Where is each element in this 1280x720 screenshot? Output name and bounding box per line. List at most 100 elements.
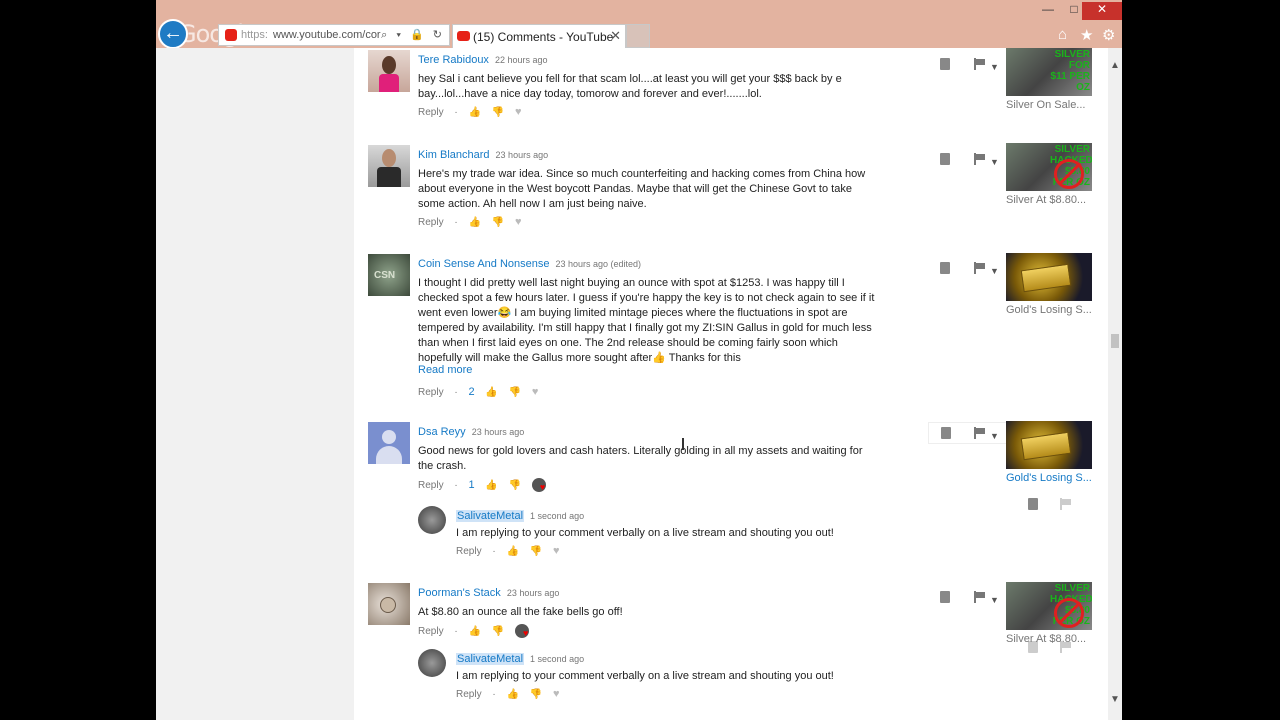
avatar[interactable] [368, 422, 410, 464]
flag-icon[interactable] [1060, 498, 1072, 513]
reply-button[interactable]: Reply [456, 689, 482, 700]
heart-icon[interactable]: ♥ [515, 106, 522, 118]
video-thumbnail[interactable]: Gold's Losing S... [1006, 253, 1092, 316]
reply-author[interactable]: SalivateMetal [456, 653, 525, 665]
no-sign-icon [1054, 598, 1084, 628]
comment-author[interactable]: Tere Rabidoux [418, 54, 489, 66]
flag-icon[interactable]: ▼ [974, 262, 999, 277]
video-thumbnail[interactable]: Gold's Losing S... [1006, 421, 1092, 484]
close-button[interactable]: ✕ [1082, 2, 1122, 20]
comment-author[interactable]: Kim Blanchard [418, 149, 490, 161]
thumbs-up-icon[interactable]: 👍 [468, 626, 480, 637]
delete-icon[interactable] [940, 262, 950, 277]
comment-time[interactable]: 23 hours ago [496, 150, 549, 160]
tab-comments[interactable]: (15) Comments - YouTube ✕ [452, 24, 626, 48]
menu-caret-icon[interactable]: ▼ [990, 595, 999, 605]
heart-icon[interactable]: ♥ [532, 386, 539, 398]
heart-icon[interactable]: ♥ [553, 688, 560, 700]
scroll-up-icon[interactable]: ▲ [1108, 60, 1122, 74]
thumbs-down-icon[interactable]: 👎 [492, 107, 504, 118]
heart-icon[interactable]: ♥ [553, 545, 560, 557]
avatar[interactable] [418, 506, 446, 534]
flag-icon[interactable]: ▼ [974, 427, 999, 442]
delete-icon[interactable] [940, 153, 950, 168]
heart-icon[interactable]: ♥ [515, 216, 522, 228]
thumbnail-image [1006, 421, 1092, 469]
comment-time[interactable]: 23 hours ago [472, 427, 525, 437]
comment-time[interactable]: 23 hours ago (edited) [555, 259, 641, 269]
comment-author[interactable]: Dsa Reyy [418, 426, 466, 438]
thumbs-up-icon[interactable]: 👍 [506, 546, 518, 557]
thumbs-up-icon[interactable]: 👍 [506, 689, 518, 700]
thumbs-up-icon[interactable]: 👍 [468, 107, 480, 118]
delete-icon[interactable] [1028, 498, 1038, 513]
home-icon[interactable]: ⌂ [1058, 26, 1067, 43]
video-thumbnail[interactable]: SILVER HACKED $8.80 PER OZ Silver At $8.… [1006, 143, 1092, 206]
vertical-scrollbar[interactable]: ▲ ▼ [1108, 48, 1122, 720]
address-bar[interactable]: https: www.youtube.com/cor ⌕ ▾ 🔒 ↻ [218, 24, 450, 46]
thumbs-up-icon[interactable]: 👍 [468, 217, 480, 228]
address-bar-icons[interactable]: ⌕ ▾ 🔒 ↻ [381, 28, 445, 42]
scrollbar-thumb[interactable] [1111, 334, 1119, 348]
thumbs-down-icon[interactable]: 👎 [509, 387, 521, 398]
settings-gear-icon[interactable]: ⚙ [1102, 26, 1115, 44]
reply-author[interactable]: SalivateMetal [456, 510, 525, 522]
reply-button[interactable]: Reply [418, 387, 444, 398]
flag-icon[interactable]: ▼ [974, 58, 999, 73]
avatar[interactable] [368, 583, 410, 625]
reply-time[interactable]: 1 second ago [530, 654, 584, 664]
scroll-down-icon[interactable]: ▼ [1108, 694, 1122, 708]
thumbs-up-icon[interactable]: 👍 [485, 387, 497, 398]
avatar[interactable]: CSN [368, 254, 410, 296]
menu-caret-icon[interactable]: ▼ [990, 431, 999, 441]
creator-heart-icon[interactable] [514, 624, 529, 638]
flag-icon[interactable]: ▼ [974, 591, 999, 606]
comment-time[interactable]: 22 hours ago [495, 55, 548, 65]
thumbnail-title: Silver At $8.80... [1006, 633, 1087, 645]
comment-controls[interactable] [928, 422, 1012, 444]
minimize-button[interactable]: — [1034, 2, 1062, 20]
thumbs-down-icon[interactable]: 👎 [530, 689, 542, 700]
thumbs-up-icon[interactable]: 👍 [485, 480, 497, 491]
reply-button[interactable]: Reply [418, 107, 444, 118]
menu-caret-icon[interactable]: ▼ [990, 62, 999, 72]
no-sign-icon [1054, 159, 1084, 189]
comment-author[interactable]: Coin Sense And Nonsense [418, 258, 549, 270]
thumbs-down-icon[interactable]: 👎 [509, 480, 521, 491]
thumbs-down-icon[interactable]: 👎 [530, 546, 542, 557]
creator-heart-icon[interactable] [531, 478, 546, 492]
reply-time[interactable]: 1 second ago [530, 511, 584, 521]
video-thumbnail[interactable]: SILVER FOR $11 PER OZ Silver On Sale... [1006, 48, 1092, 111]
avatar[interactable] [368, 145, 410, 187]
video-thumbnail[interactable]: SILVER HACKED $8.80 PER OZ Silver At $8.… [1006, 582, 1092, 645]
back-button[interactable]: ← [158, 19, 188, 49]
avatar[interactable] [368, 50, 410, 92]
reply-actions: Reply · 👍 👎 ♥ [456, 545, 916, 559]
thumbnail-title: Silver At $8.80... [1006, 194, 1087, 206]
menu-caret-icon[interactable]: ▼ [990, 266, 999, 276]
delete-icon[interactable] [940, 591, 950, 606]
new-tab-button[interactable] [626, 24, 650, 48]
thumbnail-title: Gold's Losing S... [1006, 472, 1092, 484]
thumbnail-image: SILVER FOR $11 PER OZ [1006, 48, 1092, 96]
comment-item: Poorman's Stack 23 hours ago At $8.80 an … [368, 583, 1088, 720]
delete-icon[interactable] [941, 427, 951, 439]
flag-icon[interactable]: ▼ [974, 153, 999, 168]
comment-time[interactable]: 23 hours ago [507, 588, 560, 598]
reply-button[interactable]: Reply [418, 480, 444, 491]
url-prefix: https: [241, 29, 268, 41]
dot-separator: · [454, 386, 458, 398]
favorites-icon[interactable]: ★ [1080, 26, 1093, 44]
delete-icon[interactable] [940, 58, 950, 73]
reply-button[interactable]: Reply [418, 626, 444, 637]
thumbs-down-icon[interactable]: 👎 [492, 217, 504, 228]
menu-caret-icon[interactable]: ▼ [990, 157, 999, 167]
reply-item: SalivateMetal 1 second ago I am replying … [418, 641, 1071, 700]
reply-button[interactable]: Reply [418, 217, 444, 228]
comment-author[interactable]: Poorman's Stack [418, 587, 501, 599]
tab-close-icon[interactable]: ✕ [610, 28, 621, 44]
reply-button[interactable]: Reply [456, 546, 482, 557]
thumbs-down-icon[interactable]: 👎 [492, 626, 504, 637]
like-count: 1 [468, 479, 475, 491]
avatar[interactable] [418, 649, 446, 677]
